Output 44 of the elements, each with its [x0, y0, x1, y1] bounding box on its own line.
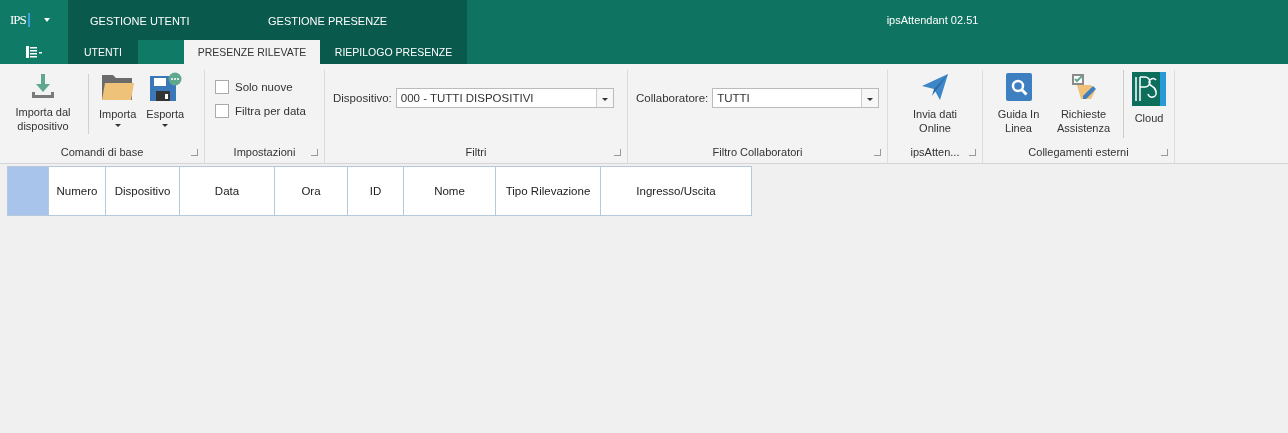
download-icon	[29, 72, 57, 100]
import-button[interactable]: Importa	[95, 70, 141, 138]
export-button[interactable]: Esporta	[142, 70, 189, 138]
checkbox[interactable]	[215, 80, 229, 94]
app-version: ipsAttendant 02.51	[886, 14, 979, 26]
online-guide-button[interactable]: Guida In Linea	[987, 70, 1050, 138]
ribbon-tab[interactable]: RIEPILOGO PRESENZE	[320, 40, 467, 64]
folder-icon	[100, 72, 135, 102]
group-launcher-icon[interactable]	[614, 149, 621, 156]
group-label: Collegamenti esterni	[1028, 146, 1129, 158]
filter-label: Collaboratore:	[636, 92, 709, 104]
group-launcher-icon[interactable]	[874, 149, 881, 156]
group-launcher-icon[interactable]	[969, 149, 976, 156]
checkbox-label: Solo nuove	[235, 81, 293, 93]
checkbox-label: Filtra per data	[235, 105, 306, 117]
group-launcher-icon[interactable]	[191, 149, 198, 156]
import-from-device-button[interactable]: Importa dal dispositivo	[4, 70, 82, 138]
ribbon-tab[interactable]: PRESENZE RILEVATE	[184, 40, 320, 64]
paper-plane-icon	[920, 72, 950, 102]
tab-strip-gap	[138, 40, 184, 64]
cloud-logo-icon	[1132, 72, 1166, 106]
assistance-request-button[interactable]: Richieste Assistenza	[1052, 70, 1115, 138]
group-launcher-icon[interactable]	[1161, 149, 1168, 156]
search-book-icon	[1004, 72, 1033, 102]
floppy-disk-icon	[148, 72, 183, 102]
dropdown-field[interactable]: 000 - TUTTI DISPOSITIVI	[395, 88, 614, 108]
group-label: Filtro Collaboratori	[712, 146, 803, 158]
group-label: ipsAtten...	[910, 146, 960, 158]
checkbox[interactable]	[215, 104, 229, 118]
send-online-button[interactable]: Invia dati Online	[908, 70, 962, 138]
file-menu-button[interactable]	[0, 40, 68, 64]
quick-access-caret-icon[interactable]	[43, 18, 50, 22]
context-tab-label: GESTIONE PRESENZE	[268, 15, 388, 27]
group-label: Comandi di base	[60, 146, 144, 158]
group-label: Impostazioni	[233, 146, 296, 158]
app-logo[interactable]: IPS	[10, 13, 30, 27]
dropdown-field[interactable]: TUTTI	[712, 88, 879, 108]
menu-icon	[26, 46, 42, 58]
group-label: Filtri	[465, 146, 487, 158]
filter-label: Dispositivo:	[333, 92, 392, 104]
ribbon-tab[interactable]: UTENTI	[68, 40, 138, 64]
cloud-button[interactable]: Cloud	[1123, 70, 1170, 138]
group-launcher-icon[interactable]	[311, 149, 318, 156]
context-tab-label: GESTIONE UTENTI	[90, 15, 190, 27]
